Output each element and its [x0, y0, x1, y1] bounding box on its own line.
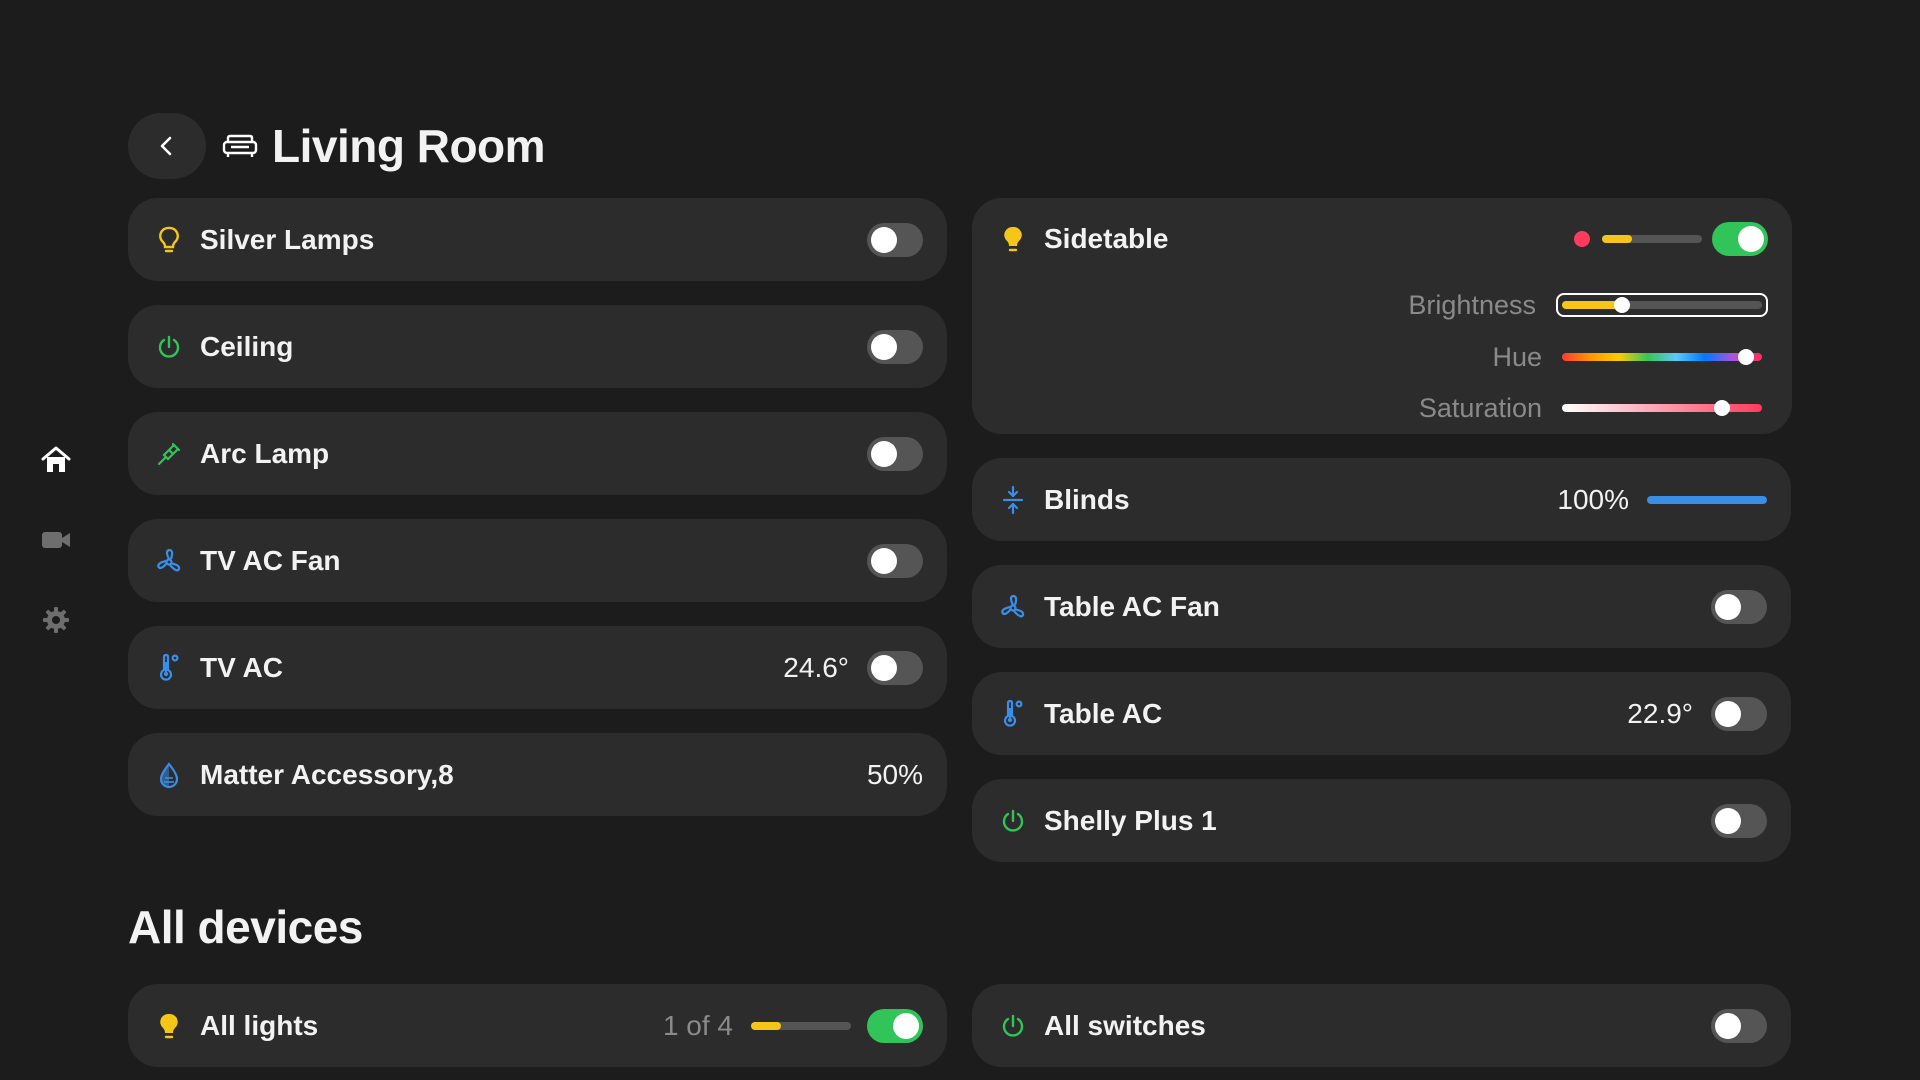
humidity-icon [154, 760, 184, 790]
settings-nav-button[interactable] [40, 604, 72, 636]
device-tile-matter-accessory[interactable]: Matter Accessory,8 50% [128, 733, 947, 816]
temperature-value: 24.6° [783, 651, 849, 683]
humidity-value: 50% [866, 758, 923, 790]
device-tile-table-ac-fan[interactable]: Table AC Fan [972, 565, 1791, 648]
home-nav-button[interactable] [40, 444, 72, 476]
brightness-slider[interactable] [1556, 293, 1768, 317]
gear-icon [43, 607, 69, 633]
device-name: Blinds [1044, 483, 1130, 515]
power-icon [998, 1011, 1028, 1041]
hue-slider[interactable] [1562, 349, 1762, 365]
lightbulb-filled-icon [154, 1011, 184, 1041]
camera-nav-button[interactable] [40, 524, 72, 556]
device-tile-all-switches[interactable]: All switches [972, 984, 1791, 1067]
device-name: All lights [200, 1009, 319, 1041]
color-dot [1574, 231, 1590, 247]
hue-knob[interactable] [1738, 349, 1754, 365]
brightness-label: Brightness [1408, 289, 1536, 320]
thermometer-icon [998, 699, 1028, 729]
table-ac-toggle[interactable] [1711, 696, 1767, 731]
table-ac-fan-toggle[interactable] [1711, 589, 1767, 624]
all-devices-title: All devices [128, 901, 363, 953]
device-name: All switches [1044, 1009, 1206, 1041]
blinds-position-bar[interactable] [1647, 495, 1767, 504]
device-tile-tv-ac-fan[interactable]: TV AC Fan [128, 519, 947, 602]
blinds-icon [998, 485, 1028, 515]
all-switches-toggle[interactable] [1711, 1008, 1767, 1043]
blinds-position-value: 100% [1557, 483, 1629, 515]
device-name: Table AC Fan [1044, 590, 1220, 622]
sidebar [0, 0, 112, 1080]
thermometer-icon [154, 653, 184, 683]
device-tile-arc-lamp[interactable]: Arc Lamp [128, 412, 947, 495]
home-icon [41, 446, 71, 472]
hue-label: Hue [1492, 341, 1542, 372]
tv-ac-toggle[interactable] [867, 650, 923, 685]
device-name: Ceiling [200, 330, 294, 362]
device-name: Shelly Plus 1 [1044, 804, 1217, 836]
fan-icon [998, 592, 1028, 622]
device-name: Table AC [1044, 697, 1163, 729]
device-name: Sidetable [1044, 223, 1169, 254]
temperature-value: 22.9° [1627, 697, 1693, 729]
sidetable-brightness-bar [1602, 235, 1702, 243]
device-name: TV AC Fan [200, 544, 341, 576]
device-tile-tv-ac[interactable]: TV AC 24.6° [128, 626, 947, 709]
saturation-label: Saturation [1418, 392, 1542, 423]
device-tile-all-lights[interactable]: All lights 1 of 4 [128, 984, 947, 1067]
shelly-plus-1-toggle[interactable] [1711, 803, 1767, 838]
camera-icon [42, 532, 70, 548]
tv-ac-fan-toggle[interactable] [867, 543, 923, 578]
power-icon [154, 332, 184, 362]
device-tile-table-ac[interactable]: Table AC 22.9° [972, 672, 1791, 755]
device-name: Arc Lamp [200, 437, 330, 469]
saturation-row: Saturation [1419, 390, 1762, 426]
saturation-knob[interactable] [1714, 400, 1730, 416]
hue-row: Hue [1492, 339, 1762, 375]
arc-lamp-toggle[interactable] [867, 436, 923, 471]
brightness-row: Brightness [1408, 287, 1768, 323]
lightbulb-outline-icon [154, 225, 184, 255]
all-lights-brightness-bar [751, 1021, 851, 1030]
page-header: Living Room [128, 106, 546, 186]
plug-icon [154, 439, 184, 469]
silver-lamps-toggle[interactable] [867, 222, 923, 257]
page-title: Living Room [272, 120, 546, 172]
power-icon [998, 806, 1028, 836]
device-tile-ceiling[interactable]: Ceiling [128, 305, 947, 388]
lightbulb-filled-icon [998, 224, 1028, 254]
device-tile-blinds[interactable]: Blinds 100% [972, 458, 1791, 541]
device-name: Silver Lamps [200, 223, 375, 255]
device-name: TV AC [200, 651, 283, 683]
sidetable-toggle[interactable] [1712, 222, 1768, 256]
saturation-slider[interactable] [1562, 400, 1762, 416]
chevron-left-icon [160, 136, 172, 156]
lights-on-count: 1 of 4 [662, 1009, 733, 1041]
brightness-knob[interactable] [1614, 297, 1630, 313]
sofa-icon [222, 133, 258, 159]
device-name: Matter Accessory,8 [200, 758, 454, 790]
fan-icon [154, 546, 184, 576]
all-lights-toggle[interactable] [867, 1008, 923, 1043]
device-tile-shelly-plus-1[interactable]: Shelly Plus 1 [972, 779, 1791, 862]
device-tile-sidetable[interactable]: Sidetable Brightness Hue Saturation [972, 198, 1792, 434]
back-button[interactable] [128, 113, 206, 179]
device-tile-silver-lamps[interactable]: Silver Lamps [128, 198, 947, 281]
ceiling-toggle[interactable] [867, 329, 923, 364]
